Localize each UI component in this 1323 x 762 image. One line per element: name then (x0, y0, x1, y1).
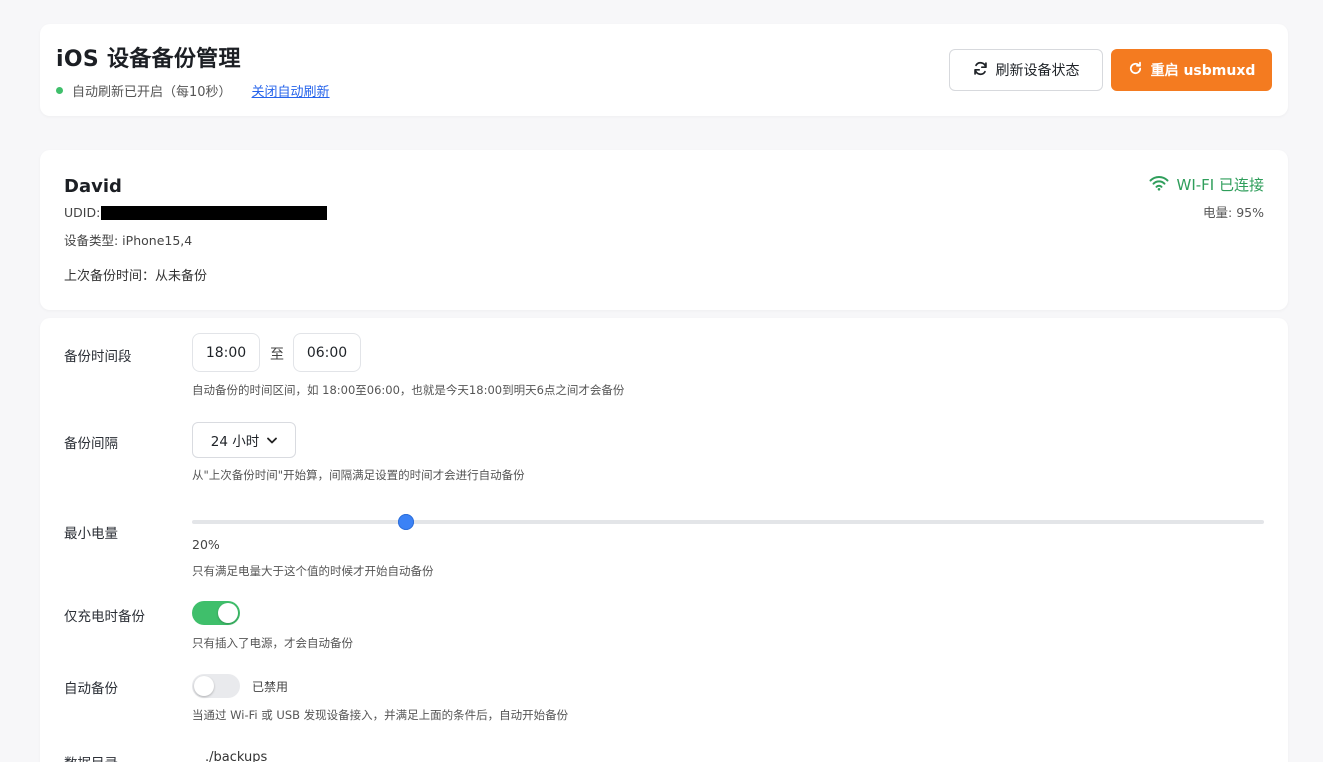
settings-card: 备份时间段 18:00 至 06:00 自动备份的时间区间，如 18:00至06… (40, 318, 1288, 762)
auto-backup-hint: 当通过 Wi-Fi 或 USB 发现设备接入，并满足上面的条件后，自动开始备份 (192, 708, 569, 722)
backup-end-time-input[interactable]: 06:00 (293, 333, 361, 372)
data-dir-label: 数据目录 (64, 752, 118, 762)
charging-only-hint: 只有插入了电源，才会自动备份 (192, 636, 353, 650)
interval-selected-value: 24 小时 (210, 434, 260, 450)
device-card: David UDID: 设备类型: iPhone15,4 上次备份时间：从未备份… (40, 150, 1288, 310)
battery-level: 电量: 95% (1203, 205, 1264, 220)
last-backup-time: 上次备份时间：从未备份 (64, 265, 207, 284)
refresh-device-status-button[interactable]: 刷新设备状态 (949, 49, 1103, 91)
connection-label: WI-FI 已连接 (1176, 176, 1265, 194)
refresh-button-label: 刷新设备状态 (995, 63, 1080, 79)
refresh-icon (973, 61, 988, 80)
min-battery-slider[interactable] (192, 514, 1264, 530)
backup-window-hint: 自动备份的时间区间，如 18:00至06:00，也就是今天18:00到明天6点之… (192, 383, 625, 397)
restart-icon (1128, 61, 1143, 80)
auto-refresh-status: 自动刷新已开启（每10秒） 关闭自动刷新 (56, 81, 330, 100)
min-battery-hint: 只有满足电量大于这个值的时候才开始自动备份 (192, 564, 434, 578)
last-backup-label: 上次备份时间： (64, 269, 156, 284)
min-battery-value: 20% (192, 537, 220, 552)
min-battery-label: 最小电量 (64, 526, 118, 542)
udid-redacted-value (101, 205, 328, 220)
backup-interval-select[interactable]: 24 小时 (192, 422, 296, 458)
restart-usbmuxd-button[interactable]: 重启 usbmuxd (1111, 49, 1272, 91)
last-backup-value: 从未备份 (155, 269, 208, 284)
charging-only-label: 仅充电时备份 (64, 609, 145, 625)
auto-refresh-text: 自动刷新已开启（每10秒） (72, 85, 232, 100)
auto-backup-toggle[interactable] (192, 674, 240, 698)
backup-interval-hint: 从"上次备份时间"开始算，间隔满足设置的时间才会进行自动备份 (192, 468, 525, 482)
slider-thumb[interactable] (398, 514, 415, 530)
auto-backup-label: 自动备份 (64, 681, 118, 697)
device-name: David (64, 176, 122, 197)
backup-window-label: 备份时间段 (64, 349, 132, 365)
page-title: iOS 设备备份管理 (56, 47, 241, 72)
toggle-knob (194, 676, 214, 696)
chevron-down-icon (267, 434, 278, 447)
toggle-knob (218, 603, 238, 623)
device-model: 设备类型: iPhone15,4 (64, 233, 193, 248)
udid-label: UDID: (64, 205, 101, 220)
disable-auto-refresh-link[interactable]: 关闭自动刷新 (252, 81, 330, 100)
status-dot-icon (56, 87, 63, 94)
auto-backup-state: 已禁用 (252, 680, 289, 694)
charging-only-toggle[interactable] (192, 601, 240, 625)
restart-button-label: 重启 usbmuxd (1150, 63, 1256, 79)
time-range-separator: 至 (270, 347, 284, 363)
data-dir-input[interactable]: ./backups (205, 750, 267, 762)
connection-status: WI-FI 已连接 (1149, 174, 1265, 195)
device-udid: UDID: (64, 205, 328, 220)
wifi-icon (1149, 175, 1177, 195)
header-card: iOS 设备备份管理 自动刷新已开启（每10秒） 关闭自动刷新 刷新设备状态 重… (40, 24, 1288, 116)
backup-start-time-input[interactable]: 18:00 (192, 333, 260, 372)
backup-interval-label: 备份间隔 (64, 436, 118, 452)
